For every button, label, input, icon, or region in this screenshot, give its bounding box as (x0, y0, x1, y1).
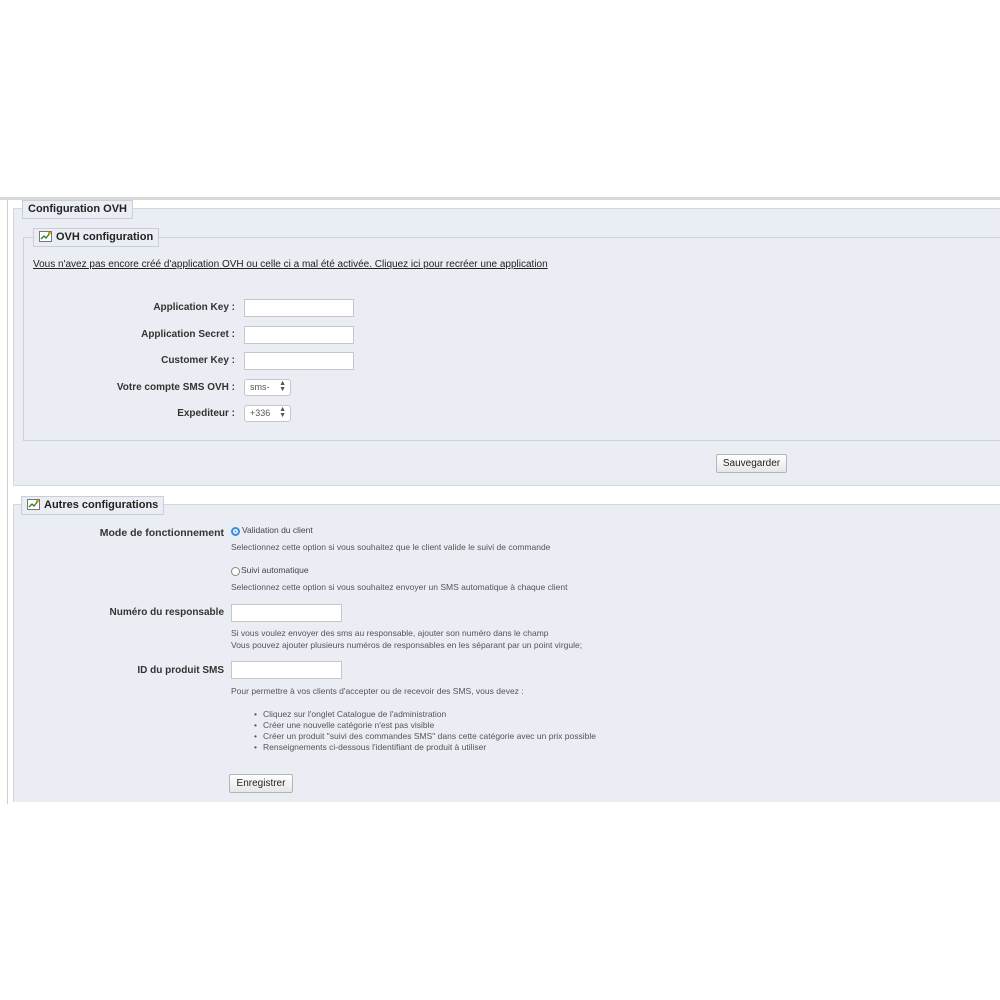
other-config-fieldset: Autres configurations Mode de fonctionne… (13, 496, 1000, 802)
ovh-inner-fieldset: OVH configuration Vous n'avez pas encore… (23, 228, 1000, 441)
app-key-label: Application Key : (153, 302, 235, 313)
sender-select[interactable]: +336 ▲ ▼ (244, 405, 291, 422)
manager-number-input[interactable] (231, 604, 342, 622)
sauvegarder-button[interactable]: Sauvegarder (716, 454, 787, 473)
list-item: Créer une nouvelle catégorie n'est pas v… (254, 720, 596, 731)
left-rule (7, 200, 8, 804)
sender-value: +336 (250, 408, 271, 418)
app-secret-input[interactable] (244, 326, 354, 344)
ovh-config-fieldset: Configuration OVH OVH configuration Vous… (13, 200, 1000, 486)
manager-help-line-2: Vous pouvez ajouter plusieurs numéros de… (231, 640, 583, 650)
sms-account-label: Votre compte SMS OVH : (116, 382, 235, 393)
chart-edit-icon (39, 231, 52, 248)
customer-key-input[interactable] (244, 352, 354, 370)
app-key-input[interactable] (244, 299, 354, 317)
product-steps-list: Cliquez sur l'onglet Catalogue de l'admi… (254, 709, 596, 753)
manager-help-line-1: Si vous voulez envoyer des sms au respon… (231, 628, 549, 638)
sms-account-select[interactable]: sms- ▲ ▼ (244, 379, 291, 396)
list-item: Cliquez sur l'onglet Catalogue de l'admi… (254, 709, 596, 720)
recreate-application-link[interactable]: Vous n'avez pas encore créé d'applicatio… (33, 259, 548, 270)
radio-validation-client-help: Selectionnez cette option si vous souhai… (231, 542, 551, 552)
stepper-arrows-icon: ▲ ▼ (279, 380, 286, 393)
list-item: Créer un produit "suivi des commandes SM… (254, 731, 596, 742)
ovh-config-legend: Configuration OVH (22, 200, 133, 219)
sms-account-value: sms- (250, 382, 270, 392)
sender-label: Expediteur : (177, 408, 235, 419)
stepper-arrows-icon: ▲ ▼ (279, 406, 286, 419)
chart-edit-icon (27, 499, 40, 516)
manager-number-label: Numéro du responsable (109, 607, 224, 618)
customer-key-label: Customer Key : (161, 355, 235, 366)
product-id-input[interactable] (231, 661, 342, 679)
top-divider (0, 197, 1000, 200)
radio-validation-client[interactable] (231, 527, 240, 536)
other-config-legend: Autres configurations (21, 496, 165, 516)
product-id-label: ID du produit SMS (137, 665, 224, 676)
ovh-inner-legend: OVH configuration (33, 228, 160, 248)
mode-label: Mode de fonctionnement (99, 527, 224, 539)
enregistrer-button[interactable]: Enregistrer (229, 774, 293, 793)
app-secret-label: Application Secret : (141, 329, 235, 340)
radio-validation-client-label: Validation du client (242, 525, 313, 535)
list-item: Renseignements ci-dessous l'identifiant … (254, 742, 596, 753)
other-config-title: Autres configurations (44, 499, 159, 511)
radio-suivi-automatique-label: Suivi automatique (241, 565, 309, 575)
ovh-config-title: Configuration OVH (28, 203, 127, 215)
radio-suivi-automatique[interactable] (231, 567, 240, 576)
radio-suivi-automatique-help: Selectionnez cette option si vous souhai… (231, 582, 568, 592)
product-help-intro: Pour permettre à vos clients d'accepter … (231, 686, 524, 696)
ovh-inner-title: OVH configuration (56, 231, 154, 243)
